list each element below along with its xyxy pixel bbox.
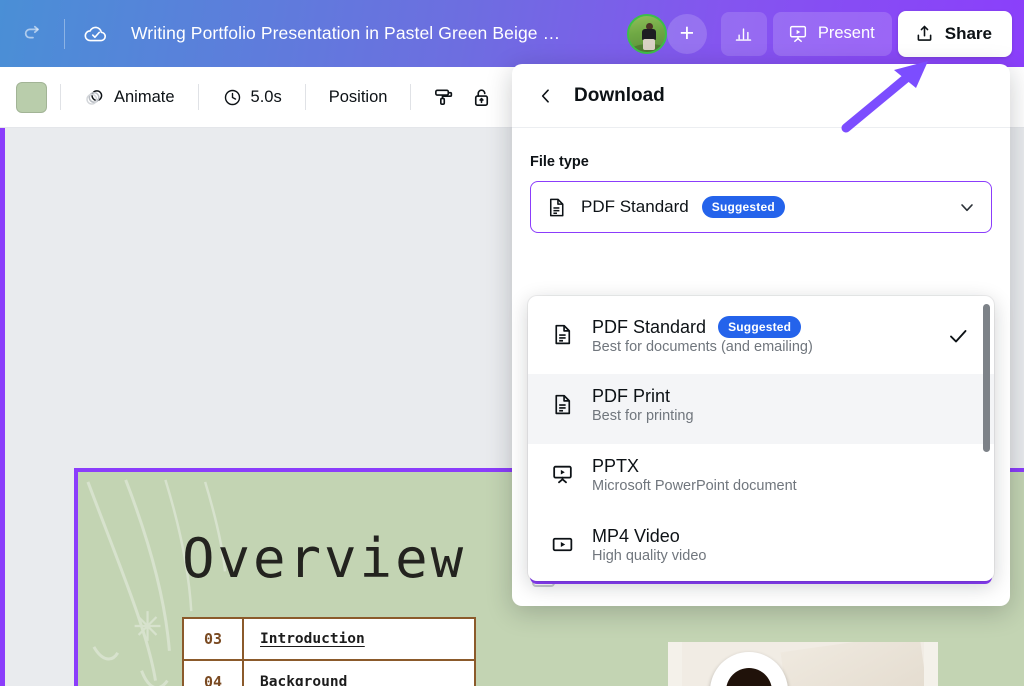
saved-status-button[interactable] — [75, 13, 117, 55]
download-panel-header: Download — [512, 64, 1010, 128]
document-title[interactable]: Writing Portfolio Presentation in Pastel… — [131, 23, 560, 44]
lock-button[interactable] — [462, 78, 500, 116]
slide-title[interactable]: Overview — [182, 527, 466, 590]
back-button[interactable] — [528, 78, 564, 114]
row-number: 04 — [184, 661, 244, 686]
option-title-row: PDF Standard Suggested — [592, 316, 930, 338]
photo-paper — [780, 642, 924, 686]
avatar[interactable] — [626, 13, 667, 54]
share-button[interactable]: Share — [897, 10, 1012, 57]
row-label: Background — [260, 674, 348, 686]
paint-roller-button[interactable] — [424, 78, 462, 116]
suggested-badge: Suggested — [718, 316, 802, 338]
document-icon — [548, 316, 576, 347]
download-panel: Download File type PDF Standard Suggeste… — [512, 64, 1010, 606]
clock-icon — [224, 89, 240, 105]
option-description: Microsoft PowerPoint document — [592, 478, 797, 494]
bar-chart-icon — [736, 28, 752, 41]
option-check-placeholder — [946, 526, 974, 534]
color-swatch-button[interactable] — [16, 81, 47, 113]
document-icon — [548, 386, 576, 417]
duration-label: 5.0s — [250, 87, 282, 106]
row-label: Introduction — [260, 631, 365, 647]
cloud-check-icon — [84, 26, 107, 41]
chevron-down-icon — [961, 204, 973, 212]
option-description: Best for printing — [592, 408, 694, 424]
chevron-left-icon — [541, 88, 549, 103]
slide-photo-desk[interactable] — [668, 642, 938, 686]
topbar-actions: + Present Share — [626, 10, 1012, 57]
option-texts: PDF Print Best for printing — [592, 386, 930, 425]
presentation-screen-icon — [548, 456, 576, 487]
file-type-select[interactable]: PDF Standard Suggested — [530, 181, 992, 233]
file-type-chevron[interactable] — [957, 197, 977, 217]
animate-label: Animate — [114, 87, 175, 106]
option-title-row: MP4 Video — [592, 526, 930, 547]
toolbar-divider — [60, 84, 61, 110]
table-row[interactable]: 03 Introduction — [184, 619, 474, 661]
download-panel-title: Download — [574, 84, 665, 106]
download-panel-body: File type PDF Standard Suggested PDF Sta… — [512, 128, 1010, 587]
option-description: High quality video — [592, 548, 707, 564]
option-label: MP4 Video — [592, 526, 680, 546]
option-title-row: PPTX — [592, 456, 930, 477]
add-collaborator-button[interactable]: + — [666, 13, 707, 54]
presentation-screen-icon — [789, 25, 806, 42]
dropdown-option-pdf-print[interactable]: PDF Print Best for printing — [528, 374, 994, 444]
canvas-left-edge — [0, 128, 5, 686]
suggested-badge: Suggested — [701, 196, 785, 218]
dropdown-scrollbar-thumb[interactable] — [983, 304, 990, 452]
top-bar: Writing Portfolio Presentation in Pastel… — [0, 0, 1024, 67]
insights-button[interactable] — [720, 11, 767, 56]
redo-arrow-icon — [24, 25, 39, 39]
dropdown-option-mp4-video[interactable]: MP4 Video High quality video — [528, 514, 994, 581]
redo-button[interactable] — [12, 13, 54, 55]
duration-button[interactable]: 5.0s — [212, 78, 292, 116]
video-play-icon — [548, 526, 576, 557]
toolbar-divider — [64, 18, 65, 49]
slide-contents-table[interactable]: 03 Introduction 04 Background — [182, 617, 476, 686]
file-type-option-list: PDF Standard Suggested Best for document… — [528, 296, 994, 581]
option-description: Best for documents (and emailing) — [592, 339, 813, 355]
avatar-legs — [642, 38, 655, 50]
option-check-placeholder — [946, 386, 974, 394]
option-label: PDF Print — [592, 386, 671, 406]
option-title-row: PDF Print — [592, 386, 930, 407]
present-label: Present — [817, 24, 875, 42]
position-button[interactable]: Position — [319, 78, 398, 116]
selected-check-icon — [946, 316, 974, 348]
share-label: Share — [944, 23, 992, 43]
option-check-placeholder — [946, 456, 974, 464]
avatar-body — [641, 28, 656, 40]
option-texts: PPTX Microsoft PowerPoint document — [592, 456, 930, 495]
upload-icon — [917, 25, 932, 41]
option-texts: MP4 Video High quality video — [592, 526, 930, 565]
option-label: PPTX — [592, 456, 640, 476]
animate-circles-icon — [86, 90, 103, 105]
toolbar-divider — [410, 84, 412, 110]
file-type-dropdown[interactable]: PDF Standard Suggested Best for document… — [528, 296, 994, 581]
unlocked-padlock-icon — [474, 88, 488, 106]
position-label: Position — [328, 87, 388, 106]
document-icon — [549, 198, 564, 216]
canva-editor-window: Writing Portfolio Presentation in Pastel… — [0, 0, 1024, 686]
paint-roller-icon — [434, 88, 453, 105]
dropdown-option-pdf-standard[interactable]: PDF Standard Suggested Best for document… — [528, 304, 994, 374]
toolbar-divider — [197, 84, 199, 110]
toolbar-divider — [304, 84, 306, 110]
option-label: PDF Standard — [592, 316, 707, 337]
option-texts: PDF Standard Suggested Best for document… — [592, 316, 930, 356]
animate-button[interactable]: Animate — [74, 78, 185, 116]
present-button[interactable]: Present — [772, 11, 892, 56]
file-type-selected-label: PDF Standard — [581, 197, 689, 216]
dropdown-option-pptx[interactable]: PPTX Microsoft PowerPoint document — [528, 444, 994, 514]
file-type-label: File type — [530, 154, 589, 170]
row-number: 03 — [184, 619, 244, 659]
table-row[interactable]: 04 Background — [184, 661, 474, 686]
